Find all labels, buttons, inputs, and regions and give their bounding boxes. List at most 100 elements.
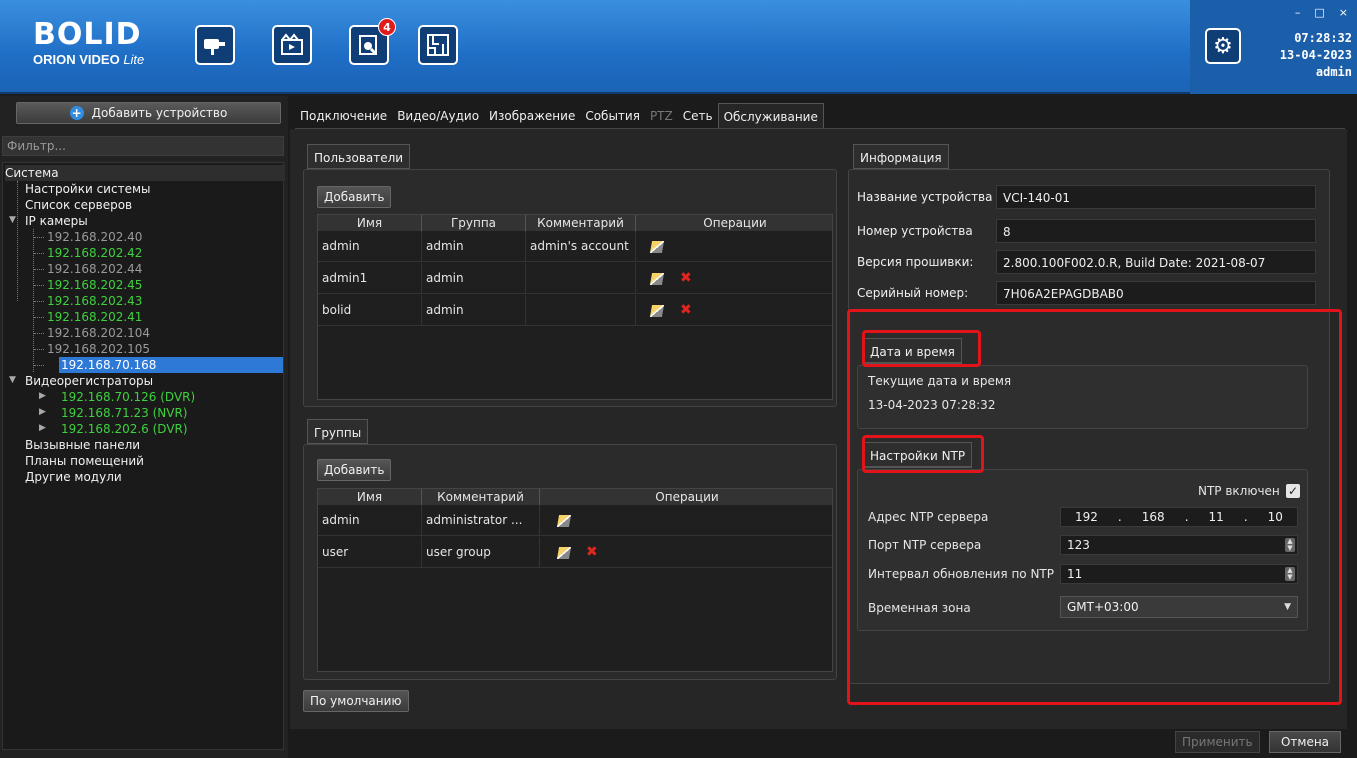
camera-item[interactable]: 192.168.202.41 [47,309,142,325]
logo-subtitle: ORION VIDEO Lite [33,52,145,67]
edit-icon[interactable] [649,273,665,285]
column-header[interactable]: Имя [318,489,422,505]
tree-item-call-panels[interactable]: Вызывные панели [25,437,140,453]
maximize-button[interactable]: □ [1314,6,1324,19]
recorder-item[interactable]: 192.168.202.6 (DVR) [61,421,188,437]
cancel-button[interactable]: Отмена [1269,731,1341,753]
tab-video-audio[interactable]: Видео/Аудио [392,103,484,129]
tab-connection[interactable]: Подключение [295,103,392,129]
tab-ptz: PTZ [649,109,673,123]
recorder-item[interactable]: 192.168.71.23 (NVR) [61,405,188,421]
firmware-label: Версия прошивки: [857,255,974,269]
tree-item-recorders[interactable]: Видеорегистраторы [25,373,153,389]
logo-mark: BOLID [33,17,142,52]
filter-input[interactable]: Фильтр... [2,136,284,156]
device-name-value: VCI-140-01 [996,185,1316,209]
table-row[interactable]: admin administrator ... [318,505,832,536]
video-archive-icon[interactable] [272,25,312,65]
serial-value: 7H06A2EPAGDBAB0 [996,281,1316,305]
users-table: Имя Группа Комментарий Операции admin ad… [317,214,833,400]
edit-icon[interactable] [649,241,665,253]
camera-item[interactable]: 192.168.202.104 [47,325,150,341]
annotation-highlight-box [847,309,1342,705]
floor-plan-icon[interactable] [418,25,458,65]
plus-icon: + [69,106,84,120]
tree-root-system[interactable]: Система [5,165,285,181]
camera-item-selected[interactable]: 192.168.70.168 [59,357,283,373]
column-header[interactable]: Операции [636,215,834,231]
window-controls: – □ × [1268,6,1348,19]
tree-item-ip-cameras[interactable]: IP камеры [25,213,88,229]
device-number-label: Номер устройства [857,224,973,238]
camera-item[interactable]: 192.168.202.43 [47,293,142,309]
table-row[interactable]: admin1 admin ✖ [318,263,832,294]
camera-item[interactable]: 192.168.202.44 [47,261,142,277]
groups-section-title: Группы [307,419,369,445]
close-button[interactable]: × [1339,6,1348,19]
tree-item-system-settings[interactable]: Настройки системы [25,181,150,197]
minimize-button[interactable]: – [1295,6,1301,19]
user-comment [526,295,636,326]
delete-icon[interactable]: ✖ [680,303,692,317]
delete-icon[interactable]: ✖ [586,545,598,559]
add-device-label: Добавить устройство [91,106,228,120]
tree-item-server-list[interactable]: Список серверов [25,197,132,213]
tab-events[interactable]: События [580,103,645,129]
add-device-button[interactable]: + Добавить устройство [16,102,281,124]
maintenance-panel: Пользователи Добавить Имя Группа Коммент… [290,129,1347,729]
group-comment: administrator ... [422,505,540,536]
logo: BOLID ORION VIDEO Lite [33,20,153,75]
group-name: user [318,537,422,568]
edit-icon[interactable] [556,547,572,559]
column-header[interactable]: Комментарий [422,489,540,505]
annotation-highlight-datetime [862,330,981,367]
expand-triangle-icon[interactable]: ▼ [9,375,16,385]
table-row[interactable]: admin admin admin's account [318,231,832,262]
tab-maintenance[interactable]: Обслуживание [717,103,824,130]
clock-date: 13-04-2023 [1279,48,1352,62]
column-header[interactable]: Комментарий [526,215,636,231]
collapse-triangle-icon[interactable]: ▶ [39,407,46,417]
apply-button: Применить [1175,731,1260,753]
events-icon[interactable]: 4 [349,18,396,65]
users-section-title: Пользователи [307,144,411,170]
delete-icon[interactable]: ✖ [680,271,692,285]
settings-gear-icon[interactable]: ⚙ [1205,28,1241,64]
annotation-highlight-ntp [862,435,984,473]
camera-item[interactable]: 192.168.202.42 [47,245,142,261]
column-header[interactable]: Операции [540,489,834,505]
recorder-item[interactable]: 192.168.70.126 (DVR) [61,389,195,405]
edit-icon[interactable] [556,515,572,527]
collapse-triangle-icon[interactable]: ▶ [39,423,46,433]
camera-item[interactable]: 192.168.202.45 [47,277,142,293]
device-tree: Система Настройки системы Список серверо… [2,162,285,750]
camera-item[interactable]: 192.168.202.40 [47,229,142,245]
collapse-triangle-icon[interactable]: ▶ [39,391,46,401]
add-user-button[interactable]: Добавить [317,186,392,208]
add-group-button[interactable]: Добавить [317,459,392,481]
camera-item[interactable]: 192.168.202.105 [47,341,150,357]
clock-time: 07:28:32 [1294,31,1352,45]
serial-label: Серийный номер: [857,286,969,300]
top-bar: BOLID ORION VIDEO Lite 4 [0,0,1357,94]
user-group: admin [422,295,526,326]
camera-icon[interactable] [195,25,235,65]
tab-network[interactable]: Сеть [678,103,718,129]
user-name: admin [318,231,422,262]
user-group: admin [422,231,526,262]
info-section-title: Информация [853,144,949,170]
tree-item-floor-plans[interactable]: Планы помещений [25,453,144,469]
expand-triangle-icon[interactable]: ▼ [9,215,16,225]
group-name: admin [318,505,422,536]
default-button[interactable]: По умолчанию [303,690,409,712]
clock: 07:28:32 13-04-2023 admin [1260,30,1352,81]
table-row[interactable]: bolid admin ✖ [318,295,832,326]
table-row[interactable]: user user group ✖ [318,537,832,568]
notification-badge: 4 [378,18,396,36]
edit-icon[interactable] [649,305,665,317]
column-header[interactable]: Группа [422,215,526,231]
tab-image[interactable]: Изображение [484,103,580,129]
tree-item-other-modules[interactable]: Другие модули [25,469,122,485]
current-user: admin [1315,65,1352,79]
column-header[interactable]: Имя [318,215,422,231]
